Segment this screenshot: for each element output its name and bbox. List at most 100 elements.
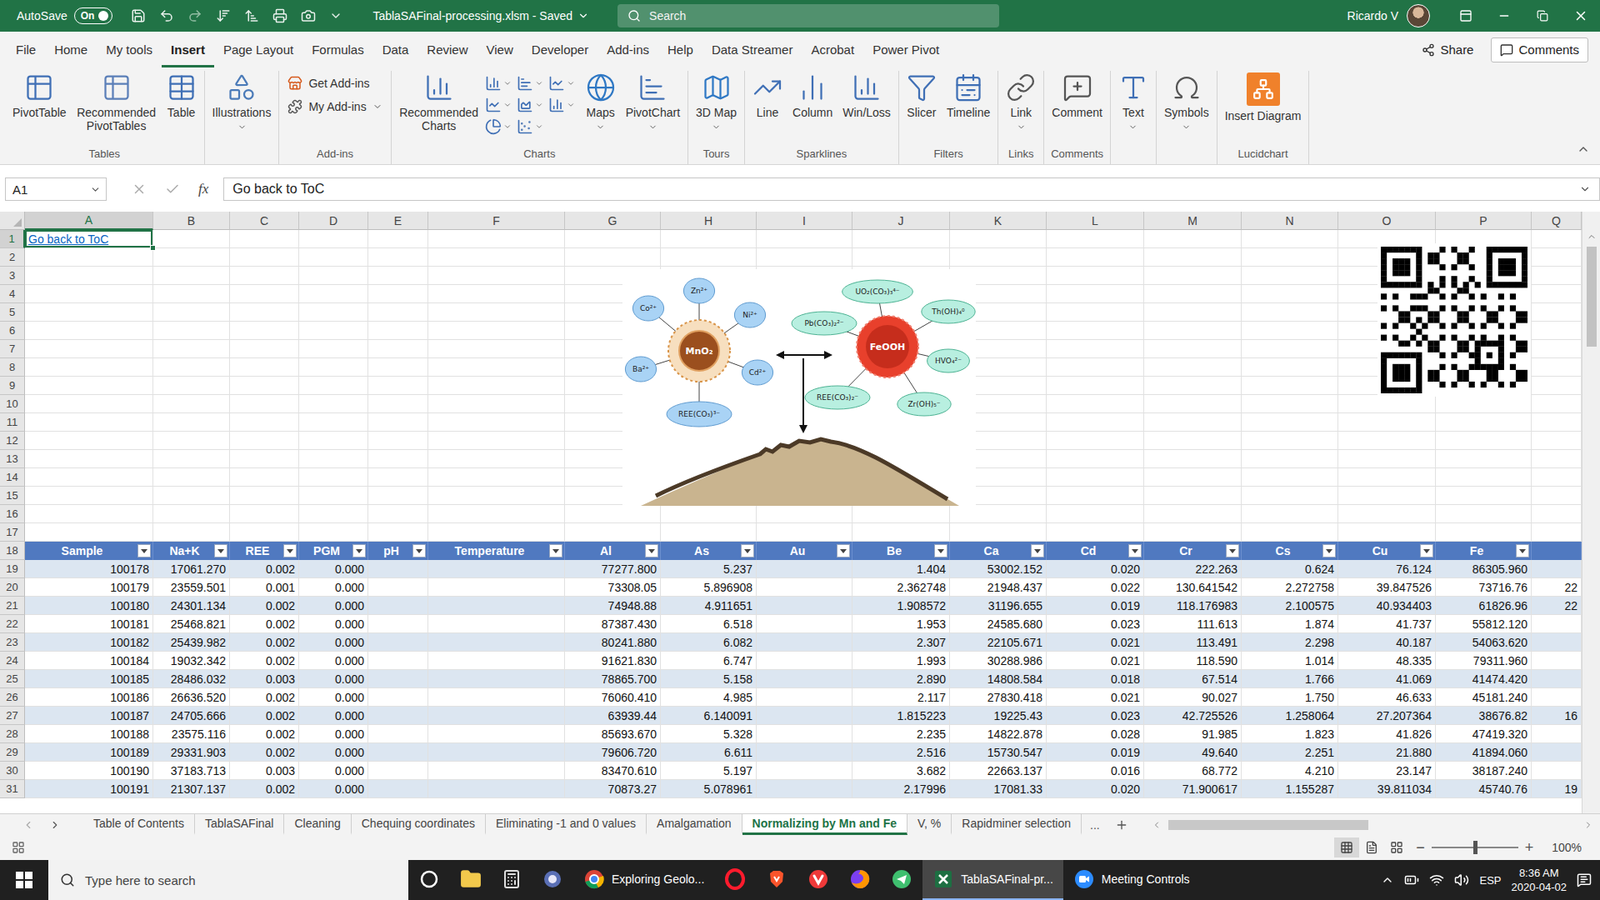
filter-button[interactable] [214, 544, 228, 558]
cell[interactable] [1531, 468, 1582, 487]
text-icon[interactable] [1118, 72, 1149, 103]
cell[interactable] [428, 450, 565, 469]
cell[interactable]: 41474.420 [1435, 670, 1532, 689]
sparkline-column-icon[interactable] [797, 72, 828, 103]
cell[interactable] [299, 486, 369, 505]
sheet-tab[interactable]: Table of Contents [83, 814, 195, 835]
normal-view-button[interactable] [1334, 837, 1360, 858]
ribbon-button[interactable]: PivotChart [621, 70, 685, 134]
cell[interactable] [1531, 633, 1582, 652]
cell[interactable] [299, 321, 369, 340]
cell[interactable]: 0.624 [1241, 560, 1339, 579]
cell[interactable]: 76060.410 [565, 688, 661, 707]
cell[interactable] [1241, 230, 1339, 249]
cell[interactable] [756, 670, 853, 689]
cell[interactable]: 0.003 [230, 670, 300, 689]
dropdown-icon[interactable] [711, 122, 721, 132]
row-header[interactable]: 25 [0, 670, 25, 689]
cell[interactable]: 5.896908 [660, 578, 757, 597]
customize-icon[interactable] [329, 9, 343, 23]
cell[interactable] [1144, 376, 1242, 395]
table-header-cell[interactable]: As [660, 541, 757, 560]
cell[interactable]: 4.911651 [660, 596, 757, 615]
cell[interactable] [368, 615, 429, 634]
cell[interactable] [1144, 395, 1242, 414]
cell[interactable] [428, 486, 565, 505]
cell[interactable] [950, 505, 1047, 524]
sheet-tab[interactable]: Normalizing by Mn and Fe [742, 814, 908, 835]
chart-type-button[interactable] [548, 72, 580, 95]
cell[interactable]: 130.641542 [1144, 578, 1242, 597]
cell[interactable] [153, 321, 230, 340]
cell[interactable]: 14822.878 [950, 725, 1047, 744]
brave-icon[interactable] [765, 868, 788, 890]
cell[interactable] [1241, 303, 1339, 322]
notifications-icon[interactable] [1576, 872, 1592, 888]
cell[interactable]: 85693.670 [565, 725, 661, 744]
cell[interactable] [428, 321, 565, 340]
cell[interactable] [428, 688, 565, 707]
cell[interactable]: 23559.501 [153, 578, 230, 597]
cell[interactable] [1241, 486, 1339, 505]
cell[interactable] [1144, 468, 1242, 487]
cell[interactable] [1144, 266, 1242, 285]
map-3d-icon[interactable] [701, 72, 732, 103]
cell[interactable] [1435, 505, 1532, 524]
dropdown-icon[interactable] [1016, 122, 1026, 132]
cell[interactable] [1531, 761, 1582, 780]
cell[interactable]: 0.028 [1046, 725, 1145, 744]
cell[interactable] [1241, 395, 1339, 414]
cell[interactable]: 87387.430 [565, 615, 661, 634]
cell[interactable]: 1.258064 [1241, 706, 1339, 725]
cell[interactable] [950, 248, 1047, 267]
row-header[interactable]: 10 [0, 395, 25, 414]
column-header[interactable]: G [565, 211, 661, 230]
start-button[interactable] [0, 860, 49, 900]
cell[interactable]: 0.019 [1046, 743, 1145, 762]
cell[interactable]: 38187.240 [1435, 761, 1532, 780]
cell[interactable] [1046, 303, 1145, 322]
cell[interactable] [950, 230, 1047, 249]
diagram-picture[interactable]: MnO₂FeOOHZn²⁺Co²⁺Ni²⁺Ba²⁺Cd²⁺REE(CO₃)³⁻U… [622, 269, 976, 506]
cell[interactable] [1241, 413, 1339, 432]
cell[interactable] [756, 523, 853, 542]
collapse-icon[interactable] [1576, 142, 1590, 156]
cell[interactable]: 2.17996 [852, 780, 950, 799]
cell[interactable] [368, 395, 429, 414]
filter-button[interactable] [934, 544, 948, 558]
cell[interactable] [852, 523, 950, 542]
cell[interactable] [1046, 340, 1145, 359]
qr-picture[interactable] [1377, 243, 1531, 397]
filter-button[interactable] [1515, 544, 1530, 558]
sort-descending-icon[interactable] [244, 8, 260, 24]
cell[interactable] [368, 670, 429, 689]
cell[interactable]: 45181.240 [1435, 688, 1532, 707]
cell[interactable]: 17061.270 [153, 560, 230, 579]
cell[interactable]: 26636.520 [153, 688, 230, 707]
row-header[interactable]: 26 [0, 688, 25, 707]
cell[interactable]: 0.002 [230, 633, 300, 652]
comments-icon[interactable] [1500, 43, 1514, 57]
ribbon-button[interactable]: Symbols [1160, 70, 1214, 134]
cell[interactable] [368, 303, 429, 322]
ribbon-tab[interactable]: Insert [161, 31, 215, 68]
cell[interactable]: 68.772 [1144, 761, 1242, 780]
cell[interactable]: 0.023 [1046, 615, 1145, 634]
cell[interactable]: 23575.116 [153, 725, 230, 744]
cell[interactable] [368, 688, 429, 707]
ribbon-button[interactable]: Comment [1047, 70, 1107, 133]
snip-icon[interactable] [541, 868, 564, 890]
cell[interactable] [25, 340, 154, 359]
row-header[interactable]: 29 [0, 743, 25, 762]
cell[interactable]: 0.018 [1046, 670, 1145, 689]
ribbon-button[interactable]: Link [1001, 70, 1040, 134]
cell[interactable]: 6.518 [660, 615, 757, 634]
fill-handle[interactable] [150, 245, 156, 251]
cell[interactable]: 2.235 [852, 725, 950, 744]
row-header[interactable]: 19 [0, 560, 25, 579]
cell[interactable] [1046, 248, 1145, 267]
cell[interactable] [1046, 376, 1145, 395]
cell[interactable]: 24705.666 [153, 706, 230, 725]
expand-icon[interactable] [1579, 183, 1591, 195]
cell[interactable]: 100179 [25, 578, 154, 597]
